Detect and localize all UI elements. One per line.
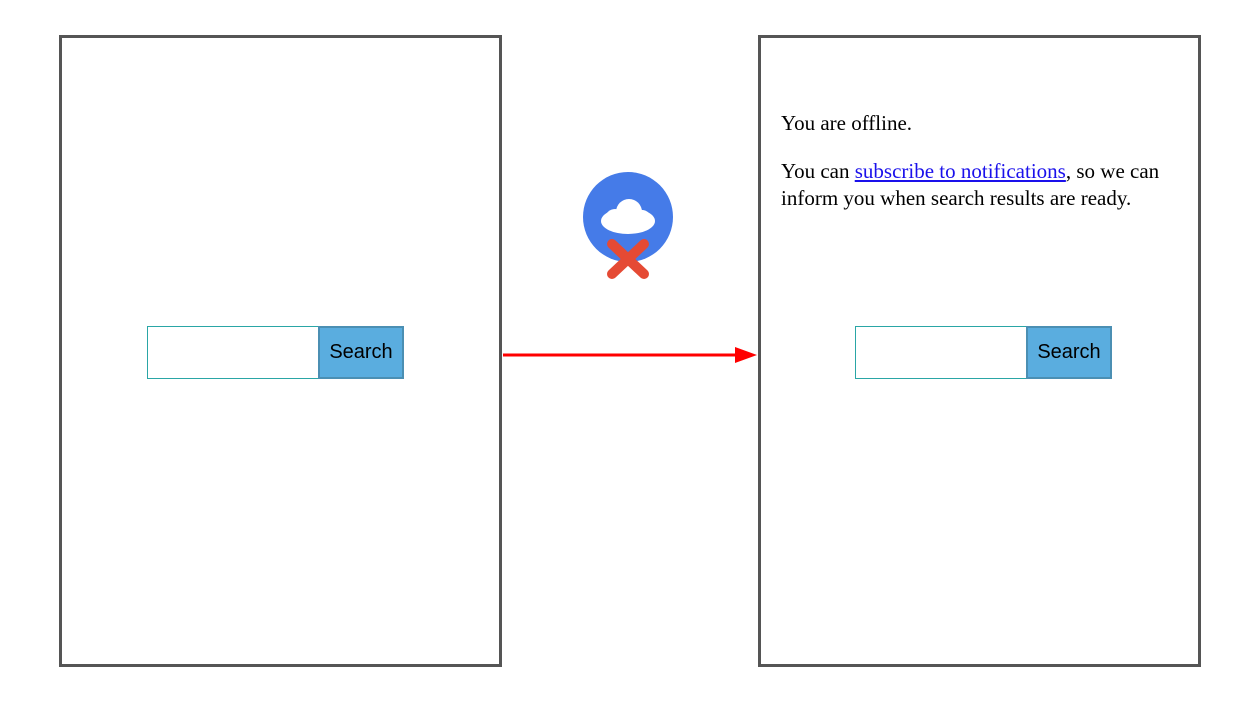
search-input[interactable] bbox=[855, 326, 1026, 379]
offline-message: You are offline. You can subscribe to no… bbox=[781, 110, 1184, 233]
cloud-offline-icon bbox=[582, 171, 674, 281]
offline-line-1: You are offline. bbox=[781, 110, 1184, 136]
search-button[interactable]: Search bbox=[318, 326, 404, 379]
subscribe-link[interactable]: subscribe to notifications bbox=[855, 159, 1066, 183]
search-form-left: Search bbox=[147, 326, 404, 379]
search-input[interactable] bbox=[147, 326, 318, 379]
arrow-right-icon bbox=[503, 346, 757, 364]
panel-before: Search bbox=[59, 35, 502, 667]
panel-after: You are offline. You can subscribe to no… bbox=[758, 35, 1201, 667]
offline-line-2-pre: You can bbox=[781, 159, 855, 183]
search-button[interactable]: Search bbox=[1026, 326, 1112, 379]
offline-line-2: You can subscribe to notifications, so w… bbox=[781, 158, 1184, 211]
search-form-right: Search bbox=[855, 326, 1112, 379]
